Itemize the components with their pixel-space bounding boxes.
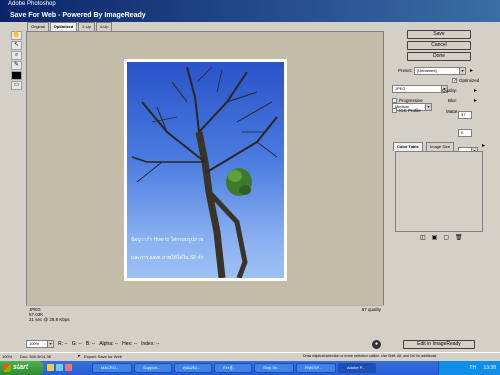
snap-to-web-icon[interactable]: ◫ — [420, 234, 426, 241]
browser-preview-icon[interactable]: ● — [372, 340, 381, 349]
hex-value: Hex: -- — [122, 341, 138, 347]
windows-logo-icon — [3, 364, 11, 372]
icc-profile-checkbox[interactable]: ICC Profile — [392, 108, 421, 114]
zoom-value: 100% — [29, 341, 40, 346]
color-table-toolbar: ◫ ▣ ▢ 🗑 — [420, 234, 463, 241]
play-arrow-icon: ▸ — [78, 353, 81, 359]
status-doc-size: Doc: 549.3K/4.3K — [20, 354, 52, 359]
toggle-slices-icon[interactable]: ▭ — [11, 81, 22, 90]
taskbar-item[interactable]: กระทู้... — [214, 363, 252, 373]
color-table-swatches — [395, 151, 483, 232]
image-caption-line1: น้อนูวาก้า How to ใส่กรอบรูปภาพ — [131, 237, 204, 243]
icc-profile-label: ICC Profile — [399, 108, 421, 113]
chevron-down-icon: ▾ — [459, 68, 465, 74]
info-quality: 57 quality — [361, 307, 381, 312]
preview-area: น้อนูวาก้า How to ใส่กรอบรูปภาพ และการ s… — [26, 31, 384, 324]
index-value: Index: -- — [141, 341, 160, 347]
tab-4-up[interactable]: 4-Up — [95, 22, 113, 31]
preset-select[interactable]: [Unnamed] ▾ — [414, 67, 466, 75]
chevron-down-icon: ▾ — [425, 104, 431, 110]
quality-arrow-icon[interactable]: ▸ — [474, 87, 477, 94]
status-export: Export: Save for Web — [84, 354, 122, 359]
image-caption-line2: และการ save ภาพให้ได้ใน SF จ้า — [131, 255, 204, 261]
eyedropper-tool-icon[interactable]: ✎ — [11, 61, 22, 70]
taskbar-item[interactable]: PANTIP... — [296, 363, 336, 373]
quality-input[interactable]: 57 — [458, 111, 472, 119]
tree-silhouette — [131, 66, 278, 278]
quality-label: Quality: — [442, 88, 458, 93]
taskbar-item[interactable]: MACRO... — [92, 363, 132, 373]
zoom-tool-icon[interactable]: ⌕ — [11, 51, 22, 60]
format-select[interactable]: JPEG ▾ — [392, 85, 448, 93]
eyedropper-color-swatch[interactable] — [11, 71, 22, 80]
preset-label: Preset: — [398, 68, 413, 73]
image-frame: น้อนูวาก้า How to ใส่กรอบรูปภาพ และการ s… — [124, 59, 287, 281]
photoshop-status-bar: 100% Doc: 549.3K/4.3K ▸ Export: Save for… — [0, 352, 500, 360]
quick-launch-icon[interactable] — [65, 364, 72, 371]
progressive-label: Progressive — [399, 98, 423, 103]
cancel-button[interactable]: Cancel — [407, 41, 471, 50]
blue-value: B: -- — [85, 341, 96, 347]
edit-in-imageready-button[interactable]: Edit in ImageReady — [403, 340, 475, 349]
taskbar-item[interactable]: Stop Se... — [254, 363, 294, 373]
start-label: start — [13, 364, 29, 371]
format-value: JPEG — [395, 86, 406, 91]
preview-status-row: 100% ▾ R: -- G: -- B: -- Alpha: -- Hex: -… — [26, 339, 384, 349]
color-table-menu-icon[interactable]: ▸ — [482, 142, 485, 149]
taskbar-item[interactable]: คุณแจ่ม... — [174, 363, 212, 373]
optimized-label: Optimized — [459, 78, 480, 83]
progressive-checkbox[interactable]: Progressive — [392, 98, 423, 104]
view-tabs: Original Optimized 2-Up 4-Up — [27, 22, 113, 31]
optimize-settings-panel: Preset: [Unnamed] ▾ ▸ JPEG ▾ ✓ Optimized Me… — [388, 60, 490, 155]
system-tray: TH 13:38 — [438, 361, 500, 375]
blur-label: Blur: — [448, 98, 458, 103]
quick-launch-icon[interactable] — [56, 364, 63, 371]
optimize-menu-icon[interactable]: ▸ — [470, 67, 473, 74]
quick-launch — [47, 364, 72, 371]
optimized-checkbox[interactable]: ✓ Optimized — [452, 78, 480, 85]
green-value: G: -- — [71, 341, 82, 347]
matte-label: Matte: — [446, 109, 459, 114]
tree-photo: น้อนูวาก้า How to ใส่กรอบรูปภาพ และการ s… — [127, 62, 284, 278]
new-color-icon[interactable]: ▢ — [443, 234, 449, 241]
app-title-bar: Adobe Photoshop — [0, 0, 500, 9]
tab-color-table[interactable]: Color Table — [393, 142, 423, 151]
dialog-title-bar: Save For Web - Powered By ImageReady — [0, 9, 500, 22]
preset-value: [Unnamed] — [417, 68, 437, 73]
slice-select-tool-icon[interactable]: ↖ — [11, 41, 22, 50]
check-icon: ✓ — [452, 78, 458, 85]
optimization-info: JPEG 57.03K 21 sec @ 28.8 Kbps 57 qualit… — [26, 305, 384, 325]
taskbar-item-active[interactable]: Adobe P... — [338, 363, 376, 373]
info-time: 21 sec @ 28.8 Kbps — [29, 317, 70, 322]
windows-taskbar: start MACRO... Support... คุณแจ่ม... กระ… — [0, 361, 500, 375]
language-indicator[interactable]: TH — [469, 365, 476, 371]
red-value: R: -- — [58, 341, 68, 347]
clock: 13:38 — [483, 365, 496, 371]
alpha-value: Alpha: -- — [99, 341, 119, 347]
chevron-down-icon: ▾ — [47, 341, 53, 347]
toolbox: ✋ ↖ ⌕ ✎ ▭ — [9, 30, 24, 92]
zoom-select[interactable]: 100% ▾ — [26, 340, 54, 348]
status-zoom: 100% — [2, 354, 13, 359]
tab-image-size[interactable]: Image Size — [426, 142, 455, 151]
taskbar-item[interactable]: Support... — [134, 363, 172, 373]
quick-launch-icon[interactable] — [47, 364, 54, 371]
blur-arrow-icon[interactable]: ▸ — [474, 97, 477, 104]
save-button[interactable]: Save — [407, 30, 471, 39]
blur-input[interactable]: 0 — [458, 129, 472, 137]
tab-2-up[interactable]: 2-Up — [78, 22, 95, 31]
lock-color-icon[interactable]: ▣ — [432, 234, 438, 241]
tab-original[interactable]: Original — [27, 22, 49, 31]
status-hint: Draw elliptical selection or move select… — [303, 354, 437, 358]
delete-color-icon[interactable]: 🗑 — [455, 234, 463, 241]
tab-optimized[interactable]: Optimized — [49, 22, 78, 31]
hand-tool-icon[interactable]: ✋ — [11, 31, 22, 40]
